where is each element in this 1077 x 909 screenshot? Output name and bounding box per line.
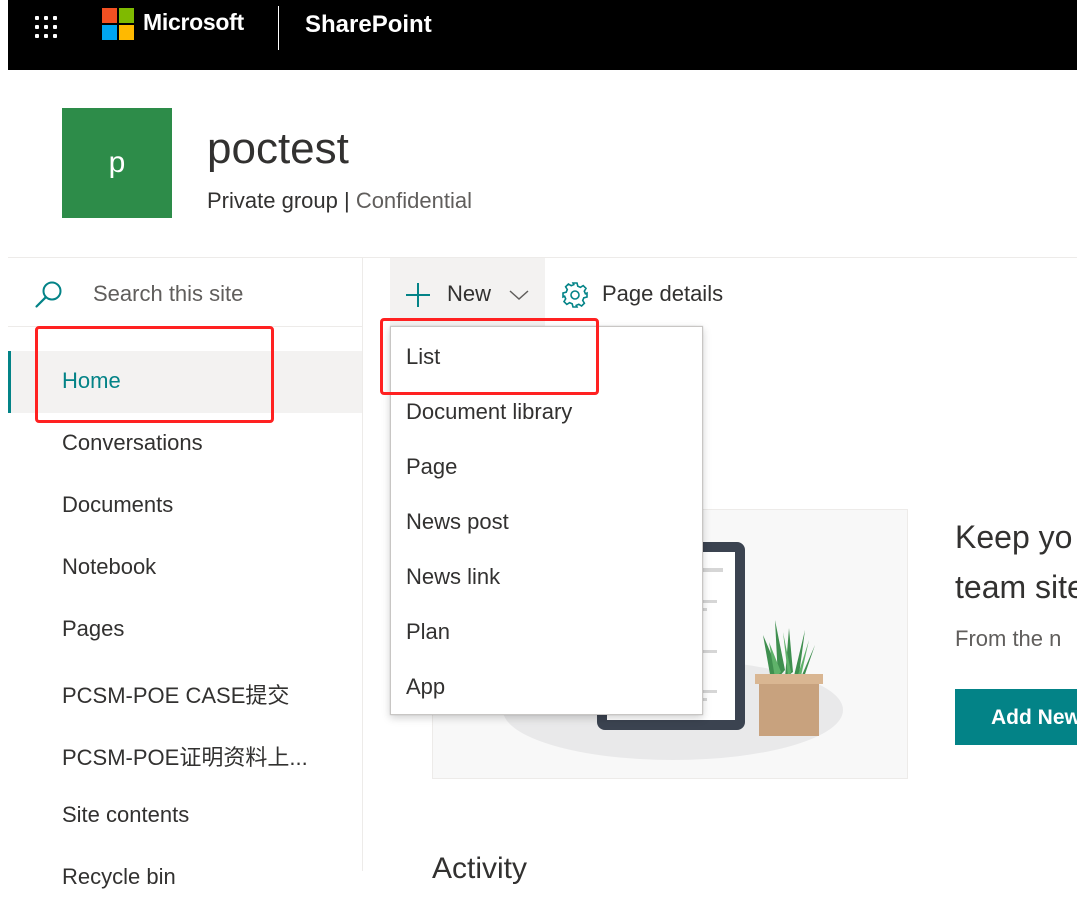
nav-item-pcsm-case[interactable]: PCSM-POE CASE提交 — [8, 661, 362, 723]
nav-item-label: Conversations — [62, 430, 203, 455]
suite-bar: Microsoft SharePoint — [8, 0, 1077, 70]
menu-item-app[interactable]: App — [391, 657, 702, 712]
welcome-heading-line1: Keep yo — [955, 519, 1073, 555]
site-subtitle: Private group | Confidential — [207, 188, 472, 214]
menu-item-label: Plan — [406, 619, 451, 644]
microsoft-logo-icon[interactable] — [102, 8, 135, 41]
nav-item-label: Site contents — [62, 802, 190, 827]
search-icon[interactable] — [33, 279, 65, 311]
site-logo[interactable]: p — [62, 108, 172, 218]
nav-item-label: Documents — [62, 492, 174, 517]
menu-item-news-post[interactable]: News post — [391, 492, 702, 547]
menu-item-news-link[interactable]: News link — [391, 547, 702, 602]
nav-item-notebook[interactable]: Notebook — [8, 537, 362, 599]
nav-item-pages[interactable]: Pages — [8, 599, 362, 661]
menu-item-label: App — [406, 674, 446, 699]
menu-item-label: Document library — [406, 399, 573, 424]
nav-item-recycle-bin[interactable]: Recycle bin — [8, 847, 362, 909]
app-name[interactable]: SharePoint — [305, 11, 432, 39]
chevron-down-icon — [509, 290, 529, 301]
classification-label[interactable]: Confidential — [356, 188, 472, 213]
add-new-button[interactable]: Add New — [955, 689, 1077, 745]
site-logo-letter: p — [108, 146, 126, 179]
menu-item-label: News post — [406, 509, 509, 534]
menu-item-label: Page — [406, 454, 458, 479]
activity-heading: Activity — [432, 852, 528, 885]
annotation-box-list — [380, 318, 599, 395]
nav-item-label: Pages — [62, 616, 125, 641]
menu-item-label: News link — [406, 564, 501, 589]
site-title[interactable]: poctest — [207, 124, 349, 174]
plus-icon — [406, 283, 430, 307]
nav-divider — [362, 257, 363, 871]
search-input[interactable]: Search this site — [93, 281, 243, 307]
nav-item-label: Notebook — [62, 554, 157, 579]
gear-icon[interactable] — [560, 280, 590, 310]
annotation-box-home — [35, 326, 274, 423]
welcome-body: From the n — [955, 626, 1062, 651]
nav-item-pcsm-docs[interactable]: PCSM-POE证明资料上... — [8, 723, 362, 785]
nav-item-label: Recycle bin — [62, 864, 176, 889]
suite-bar-divider — [278, 6, 279, 50]
welcome-heading-line2: team site — [955, 569, 1077, 605]
nav-item-label: PCSM-POE CASE提交 — [62, 683, 290, 708]
welcome-heading: Keep yo team site — [955, 512, 1077, 612]
app-launcher-icon[interactable] — [34, 15, 60, 41]
microsoft-brand-text[interactable]: Microsoft — [143, 9, 244, 36]
nav-item-documents[interactable]: Documents — [8, 475, 362, 537]
new-button-label[interactable]: New — [447, 281, 491, 307]
nav-item-label: PCSM-POE证明资料上... — [62, 745, 308, 770]
group-type: Private group — [207, 188, 338, 213]
nav-item-site-contents[interactable]: Site contents — [8, 785, 362, 847]
subtitle-separator: | — [337, 188, 356, 213]
left-nav: Home Conversations Documents Notebook Pa… — [8, 351, 362, 909]
page-details-button[interactable]: Page details — [602, 281, 723, 307]
menu-item-page[interactable]: Page — [391, 437, 702, 492]
menu-item-plan[interactable]: Plan — [391, 602, 702, 657]
